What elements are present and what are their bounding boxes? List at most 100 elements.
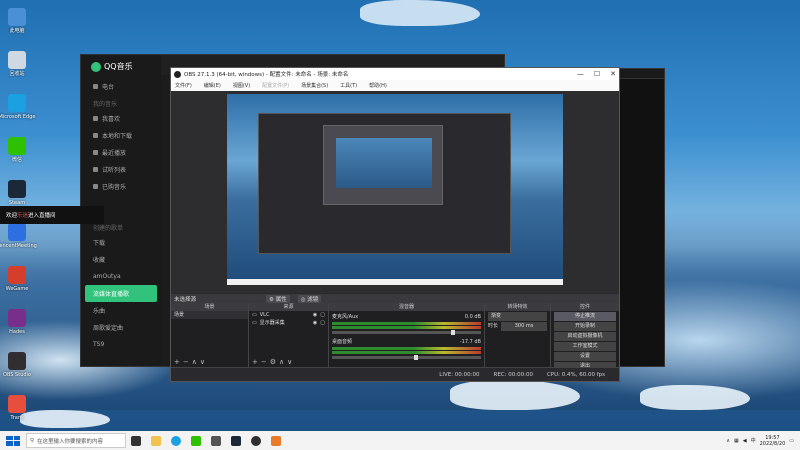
transition-select[interactable]: 渐变 [488, 312, 547, 321]
minimize-icon[interactable]: — [577, 70, 584, 78]
list-icon [93, 167, 98, 172]
desktop-icon[interactable]: 回收站 [2, 47, 32, 90]
qq-playlist-item[interactable]: 周歌爱定曲 [81, 319, 161, 336]
eye-icon[interactable]: ◉ [313, 311, 317, 319]
qq-playlist-item[interactable]: 乐曲 [81, 302, 161, 319]
lock-icon[interactable]: ▢ [320, 319, 325, 327]
volume-slider[interactable] [332, 355, 481, 360]
obs-taskbar-icon[interactable] [251, 435, 261, 446]
mixer-header: 混音器 [329, 303, 484, 311]
wechat-icon[interactable] [191, 435, 201, 446]
app-icon [8, 352, 26, 370]
control-button[interactable]: 停止推流 [554, 312, 616, 321]
obs-menu-item[interactable]: 文件(F) [175, 82, 192, 89]
qq-nav-radio[interactable]: 电台 [81, 78, 161, 95]
source-item[interactable]: ▭ 显示器采集 ◉ ▢ [249, 319, 328, 327]
properties-button[interactable]: ⚙ 属性 [266, 294, 290, 303]
notification-icon[interactable]: ▭ [789, 438, 794, 444]
nested-preview-deep [336, 138, 432, 188]
app-taskbar-icon[interactable] [271, 435, 281, 446]
live-welcome-banner: 欢迎乐迷进入直播间 [0, 206, 104, 224]
obs-menu-item[interactable]: 配置文件(P) [262, 82, 289, 89]
obs-menu-item[interactable]: 工具(T) [340, 82, 357, 89]
sources-toolbar[interactable]: +−⚙∧∨ [249, 358, 328, 367]
eye-icon[interactable]: ◉ [313, 319, 317, 327]
monitor-icon: ▭ [252, 312, 257, 318]
obs-menu-item[interactable]: 场景集合(S) [301, 82, 328, 89]
taskbar-search[interactable]: ⚲ 在这里输入你要搜索的内容 [26, 433, 126, 448]
windows-start-icon[interactable] [6, 435, 20, 446]
volume-icon[interactable]: ◀ [743, 438, 747, 444]
desktop-icon[interactable]: Microsoft Edge [0, 90, 35, 133]
desktop-icon[interactable]: WeGame [2, 262, 32, 305]
obs-menu-item[interactable]: 编辑(E) [204, 82, 221, 89]
scene-item[interactable]: 场景 [171, 311, 248, 319]
desktop-icon-label: Trans [10, 415, 24, 421]
ime-icon[interactable]: 中 [751, 437, 756, 444]
nested-preview [258, 113, 511, 254]
volume-slider-knob[interactable] [413, 355, 418, 360]
qq-nav-trial[interactable]: 试听列表 [81, 161, 161, 178]
alienware-icon[interactable] [211, 435, 221, 446]
steam-icon[interactable] [231, 435, 241, 446]
file-explorer-icon[interactable] [151, 435, 161, 446]
volume-slider[interactable] [332, 330, 481, 335]
qq-playlist-item[interactable]: amOutya [81, 268, 161, 285]
volume-meter [332, 326, 481, 329]
qq-playlist-item[interactable]: 下载 [81, 234, 161, 251]
bag-icon [93, 184, 98, 189]
background-dark-window[interactable] [617, 68, 665, 367]
desktop-icon-label: OBS Studio [3, 372, 31, 378]
desktop-icon[interactable]: TencentMeeting [0, 219, 37, 262]
control-button[interactable]: 开始录制 [554, 322, 616, 331]
stream-preview[interactable] [227, 94, 563, 285]
obs-title-bar: OBS 27.1.3 (64-bit, windows) - 配置文件: 未命名… [171, 68, 619, 80]
maximize-icon[interactable]: ☐ [594, 70, 600, 78]
qq-playlist-item[interactable]: 流媒体直播歌 [85, 285, 157, 302]
desktop-icon[interactable]: Trans [2, 391, 32, 434]
wallpaper-ice-floe [640, 385, 750, 410]
app-icon [8, 137, 26, 155]
lock-icon[interactable]: ▢ [320, 311, 325, 319]
mixer-channel: 麦克风/Aux 0.0 dB [329, 313, 484, 335]
obs-docks: 场景 场景 +−∧∨ 来源 ▭ VLC ◉ ▢ ▭ 显示器采集 ◉ ▢ +−⚙∧∨ 混音器 … [171, 303, 619, 371]
control-button[interactable]: 工作室模式 [554, 342, 616, 351]
app-icon [8, 266, 26, 284]
qq-nav-local[interactable]: 本地和下载 [81, 127, 161, 144]
qq-nav-favorites[interactable]: 我喜欢 [81, 110, 161, 127]
desktop-icon[interactable]: 此电脑 [2, 4, 32, 47]
radio-icon [93, 84, 98, 89]
filters-button[interactable]: ◎ 滤镜 [297, 294, 322, 303]
qq-nav-recent[interactable]: 最近播放 [81, 144, 161, 161]
qq-playlist-item[interactable]: 收藏 [81, 251, 161, 268]
volume-slider-knob[interactable] [451, 330, 456, 335]
duration-input[interactable]: 300 ms [501, 321, 547, 331]
qq-music-icon [91, 61, 101, 72]
window-title-bar [618, 69, 664, 79]
network-icon[interactable]: ▦ [734, 438, 739, 444]
source-context-bar: 未选择源 ⚙ 属性 ◎ 滤镜 [171, 294, 619, 303]
obs-menu-item[interactable]: 视图(V) [233, 82, 250, 89]
transitions-dock: 转场特效 渐变 时长 300 ms [485, 303, 551, 367]
scenes-toolbar[interactable]: +−∧∨ [171, 358, 248, 367]
obs-window[interactable]: OBS 27.1.3 (64-bit, windows) - 配置文件: 未命名… [170, 67, 620, 382]
control-button[interactable]: 设置 [554, 352, 616, 361]
source-item[interactable]: ▭ VLC ◉ ▢ [249, 311, 328, 319]
qq-nav-purchased[interactable]: 已购音乐 [81, 178, 161, 195]
controls-header: 控件 [551, 303, 619, 311]
clock[interactable]: 19:57 2022/8/20 [760, 435, 786, 447]
qq-playlist-item[interactable]: TS9 [81, 336, 161, 353]
obs-menu-item[interactable]: 帮助(H) [369, 82, 387, 89]
scene-item-label: 场景 [174, 312, 185, 318]
edge-icon[interactable] [171, 435, 181, 446]
app-icon [8, 309, 26, 327]
live-status: LIVE: 00:00:00 [439, 371, 480, 378]
desktop-icon[interactable]: OBS Studio [2, 348, 32, 391]
desktop-icon[interactable]: 微信 [2, 133, 32, 176]
task-view-icon[interactable] [131, 435, 141, 446]
control-button[interactable]: 启动虚拟摄像机 [554, 332, 616, 341]
chevron-up-icon[interactable]: ∧ [726, 438, 730, 444]
close-icon[interactable]: ✕ [610, 70, 616, 78]
desktop-icon[interactable]: Hades [2, 305, 32, 348]
sources-header: 来源 [249, 303, 328, 311]
